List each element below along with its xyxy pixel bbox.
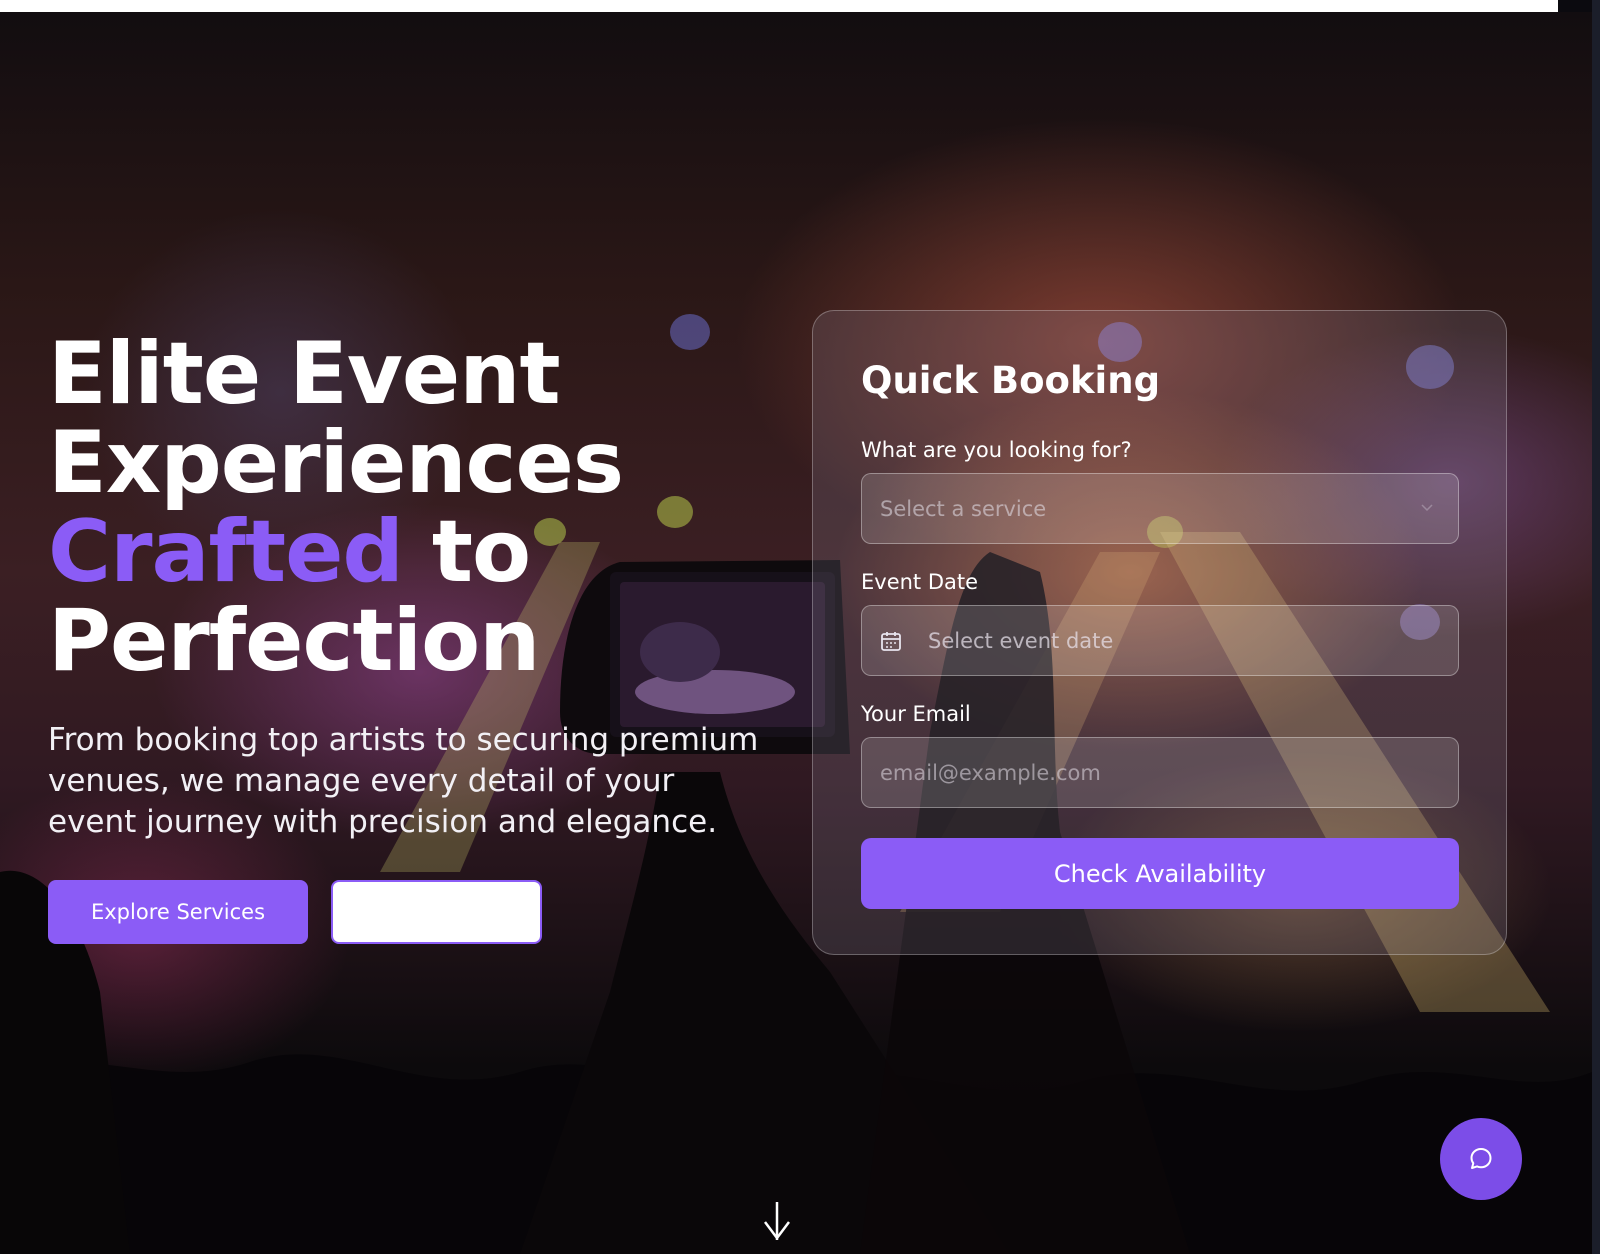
service-placeholder: Select a service xyxy=(880,496,1047,521)
secondary-cta-button[interactable] xyxy=(331,880,542,944)
booking-title: Quick Booking xyxy=(861,359,1161,402)
chat-button[interactable] xyxy=(1440,1118,1522,1200)
headline-line-4: Perfection xyxy=(48,591,540,691)
quick-booking-card: Quick Booking What are you looking for? … xyxy=(812,310,1507,955)
page-scrollbar[interactable] xyxy=(1592,0,1600,1254)
chevron-down-icon xyxy=(1421,504,1433,512)
headline-line-1: Elite Event xyxy=(48,324,561,424)
service-label: What are you looking for? xyxy=(861,438,1132,462)
email-field[interactable] xyxy=(861,737,1459,808)
email-input[interactable] xyxy=(880,760,1458,785)
service-select[interactable]: Select a service xyxy=(861,473,1459,544)
headline-accent-word: Crafted xyxy=(48,502,404,602)
arrow-down-icon[interactable] xyxy=(760,1200,794,1254)
event-date-placeholder: Select event date xyxy=(928,628,1114,653)
hero-headline: Elite Event Experiences Crafted to Perfe… xyxy=(48,330,768,686)
headline-line-3-rest: to xyxy=(402,502,531,602)
hero-subtext: From booking top artists to securing pre… xyxy=(48,722,759,840)
email-label: Your Email xyxy=(861,702,971,726)
headline-line-2: Experiences xyxy=(48,413,624,513)
event-date-label: Event Date xyxy=(861,570,979,594)
explore-services-button[interactable]: Explore Services xyxy=(48,880,308,944)
check-availability-button[interactable]: Check Availability xyxy=(861,838,1459,909)
calendar-icon xyxy=(881,631,901,651)
chat-bubble-icon xyxy=(1470,1148,1492,1169)
event-date-field[interactable]: Select event date xyxy=(861,605,1459,676)
top-header-bar xyxy=(0,0,1558,12)
